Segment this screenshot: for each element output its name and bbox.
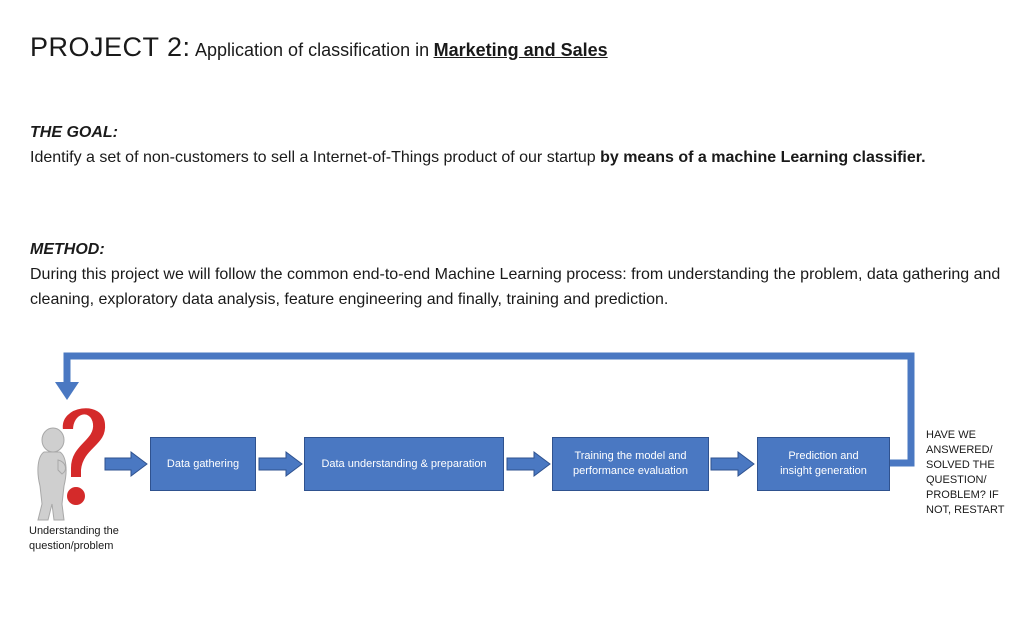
flow-arrow [506,451,551,477]
step-label-line1: Prediction and [788,450,859,462]
start-caption-line1: Understanding the [29,525,119,537]
step-label-line2: insight generation [780,465,867,477]
start-caption: Understanding the question/problem [29,524,119,554]
step-data-gathering: Data gathering [150,437,256,491]
step-label-line2: performance evaluation [573,465,688,477]
step-label-line1: Data understanding & preparation [321,457,487,470]
step-label-line1: Data gathering [166,457,240,470]
start-caption-line2: question/problem [29,540,114,552]
flow-arrow [104,451,148,477]
step-prediction: Prediction and insight generation [757,437,890,491]
step-label-line1: Training the model and [574,450,687,462]
question-mark-icon [60,406,108,507]
restart-question-text: HAVE WE ANSWERED/ SOLVED THE QUESTION/ P… [926,429,1005,516]
flow-arrow [710,451,755,477]
thinking-figure-icon [37,427,67,521]
process-diagram [37,352,915,521]
step-data-understanding: Data understanding & preparation [304,437,504,491]
restart-loop-arrowhead [55,382,79,400]
flow-arrow [258,451,303,477]
step-training: Training the model and performance evalu… [552,437,709,491]
